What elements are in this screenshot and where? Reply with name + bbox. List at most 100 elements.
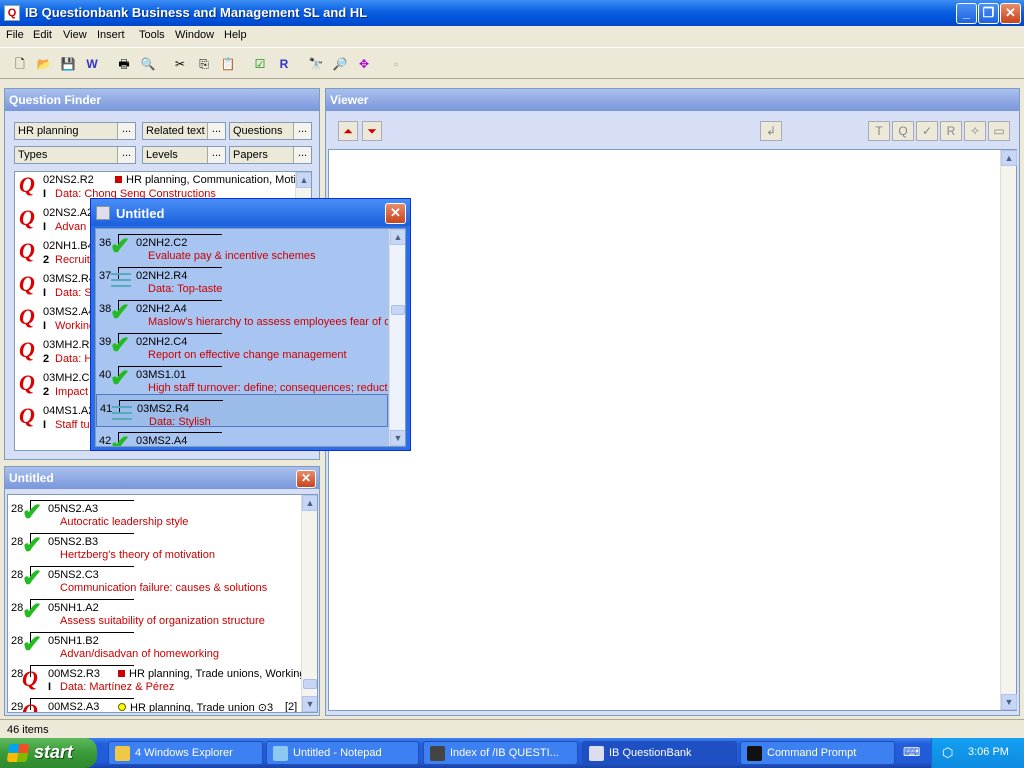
menu-edit[interactable]: Edit <box>33 29 52 41</box>
return-icon[interactable]: ↲ <box>760 121 782 141</box>
task-browser[interactable]: Index of /IB QUESTI... <box>423 741 578 765</box>
start-button[interactable]: start <box>0 738 97 768</box>
print-preview-icon[interactable]: 🔍 <box>137 53 159 75</box>
row-code: 02NH2.C2 <box>136 237 188 249</box>
untitled-list[interactable]: 28 ✔ 05NS2.A3 Autocratic leadership styl… <box>7 494 318 713</box>
status-bar: 46 items <box>0 719 1024 739</box>
untitled-panel-close-button[interactable]: ✕ <box>296 470 316 488</box>
row-count-badge: [2] <box>285 701 298 713</box>
reference-icon[interactable]: R <box>273 53 295 75</box>
list-item[interactable]: 29 Q 00MS2.A3 HR planning, Trade union ⊙… <box>8 693 301 713</box>
list-item-selected[interactable]: 41 03MS2.R4 Data: Stylish <box>96 394 388 428</box>
word-icon[interactable]: W <box>81 53 103 75</box>
list-item[interactable]: 28 ✔ 05NH1.B2 Advan/disadvan of homework… <box>8 627 301 660</box>
zoom-icon[interactable]: 🔎 <box>329 53 351 75</box>
list-item[interactable]: 38 ✔ 02NH2.A4 Maslow's hierarchy to asse… <box>96 295 389 328</box>
list-item[interactable]: 28 ✔ 05NS2.C3 Communication failure: cau… <box>8 561 301 594</box>
viewer-scrollbar[interactable]: ▲ ▼ <box>1000 150 1017 710</box>
scroll-down-arrow[interactable]: ▼ <box>1001 694 1017 710</box>
untitled-list-scrollbar[interactable]: ▲ ▼ <box>301 495 317 712</box>
task-command-prompt[interactable]: Command Prompt <box>740 741 895 765</box>
question-level: I <box>43 320 47 332</box>
filter-types-button[interactable]: ... <box>117 147 135 163</box>
filter-questions[interactable]: Questions ... <box>229 122 312 140</box>
viewer-title: Viewer <box>326 89 1019 111</box>
scroll-up-arrow[interactable]: ▲ <box>302 495 317 511</box>
row-desc: Communication failure: causes & solution… <box>60 582 268 594</box>
navigate-icon[interactable]: ✥ <box>353 53 375 75</box>
question-level: 2 <box>43 386 50 398</box>
menu-tools[interactable]: Tools <box>139 29 165 41</box>
row-code: 02NH2.A4 <box>136 303 187 315</box>
menu-view[interactable]: View <box>63 29 87 41</box>
menu-insert[interactable]: Insert <box>97 29 125 41</box>
check-icon[interactable]: ☑ <box>249 53 271 75</box>
filter-papers-button[interactable]: ... <box>293 147 311 163</box>
filter-levels[interactable]: Levels ... <box>142 146 226 164</box>
print-icon[interactable]: 🖶 <box>113 53 135 75</box>
close-button[interactable]: ✕ <box>1000 3 1021 24</box>
scroll-down-arrow[interactable]: ▼ <box>302 696 317 712</box>
untitled-panel-title: Untitled <box>5 467 319 489</box>
question-code: 02NS2.R2 <box>43 174 94 186</box>
list-item[interactable]: 28 ✔ 05NH1.A2 Assess suitability of orga… <box>8 594 301 627</box>
row-code: 03MS2.A4 <box>136 435 188 447</box>
clock[interactable]: 3:06 PM <box>968 746 1009 758</box>
nav-up-button[interactable]: ⏶ <box>338 121 358 141</box>
find-icon[interactable]: 🔭 <box>305 53 327 75</box>
list-item[interactable]: 42 ✔ 03MS2.A4 <box>96 427 389 447</box>
new-file-icon[interactable]: 🗋 <box>9 53 31 75</box>
scroll-thumb[interactable] <box>391 305 405 315</box>
scroll-thumb[interactable] <box>303 679 317 689</box>
list-item[interactable]: 40 ✔ 03MS1.01 High staff turnover: defin… <box>96 361 389 394</box>
filter-related-text-button[interactable]: ... <box>207 123 225 139</box>
dialog-close-button[interactable]: ✕ <box>385 203 406 224</box>
filter-topic[interactable]: HR planning ... <box>14 122 136 140</box>
minimize-button[interactable]: _ <box>956 3 977 24</box>
list-item[interactable]: 39 ✔ 02NH2.C4 Report on effective change… <box>96 328 389 361</box>
scroll-down-arrow[interactable]: ▼ <box>390 430 405 446</box>
scroll-up-arrow[interactable]: ▲ <box>390 229 405 245</box>
task-windows-explorer[interactable]: 4 Windows Explorer <box>108 741 263 765</box>
filter-topic-button[interactable]: ... <box>117 123 135 139</box>
filter-papers[interactable]: Papers ... <box>229 146 312 164</box>
scroll-up-arrow[interactable]: ▲ <box>296 172 311 188</box>
markscheme-icon[interactable]: ✓ <box>916 121 938 141</box>
menu-help[interactable]: Help <box>224 29 247 41</box>
text-icon[interactable]: T <box>868 121 890 141</box>
list-item[interactable]: 28 ✔ 05NS2.A3 Autocratic leadership styl… <box>8 495 301 528</box>
paste-icon[interactable]: 📋 <box>217 53 239 75</box>
filter-types[interactable]: Types ... <box>14 146 136 164</box>
nav-down-button[interactable]: ⏷ <box>362 121 382 141</box>
expand-icon[interactable]: ✧ <box>964 121 986 141</box>
question-tool-icon[interactable]: Q <box>892 121 914 141</box>
viewer-content[interactable]: ▲ ▼ <box>328 149 1017 711</box>
filter-questions-button[interactable]: ... <box>293 123 311 139</box>
copy-icon[interactable]: ⎘ <box>193 53 215 75</box>
menu-window[interactable]: Window <box>175 29 214 41</box>
filter-levels-button[interactable]: ... <box>207 147 225 163</box>
dialog-list[interactable]: 36 ✔ 02NH2.C2 Evaluate pay & incentive s… <box>95 228 406 447</box>
open-folder-icon[interactable]: 📂 <box>33 53 55 75</box>
window-icon[interactable]: ▭ <box>988 121 1010 141</box>
task-ib-questionbank[interactable]: IB QuestionBank <box>582 741 737 765</box>
scroll-up-arrow[interactable]: ▲ <box>1001 150 1017 166</box>
report-icon[interactable]: R <box>940 121 962 141</box>
list-item[interactable]: 28 Q 00MS2.R3 HR planning, Trade unions,… <box>8 660 314 693</box>
task-notepad[interactable]: Untitled - Notepad <box>266 741 419 765</box>
checkmark-icon: ✔ <box>22 565 43 592</box>
filter-related-text[interactable]: Related text ... <box>142 122 226 140</box>
dialog-scrollbar[interactable]: ▲ ▼ <box>389 229 405 446</box>
row-code: 05NH1.B2 <box>48 635 99 647</box>
list-item[interactable]: 28 ✔ 05NS2.B3 Hertzberg's theory of moti… <box>8 528 301 561</box>
list-item[interactable]: 37 02NH2.R4 Data: Top-taste <box>96 262 389 295</box>
list-item[interactable]: 36 ✔ 02NH2.C2 Evaluate pay & incentive s… <box>96 229 389 262</box>
task-label: Command Prompt <box>767 747 857 759</box>
row-line <box>118 333 222 334</box>
save-icon[interactable]: 💾 <box>57 53 79 75</box>
cut-icon[interactable]: ✂ <box>169 53 191 75</box>
network-icon[interactable]: ⬡ <box>942 745 958 761</box>
keyboard-icon[interactable]: ⌨ <box>903 745 921 761</box>
menu-file[interactable]: File <box>6 29 24 41</box>
maximize-button[interactable]: ❐ <box>978 3 999 24</box>
